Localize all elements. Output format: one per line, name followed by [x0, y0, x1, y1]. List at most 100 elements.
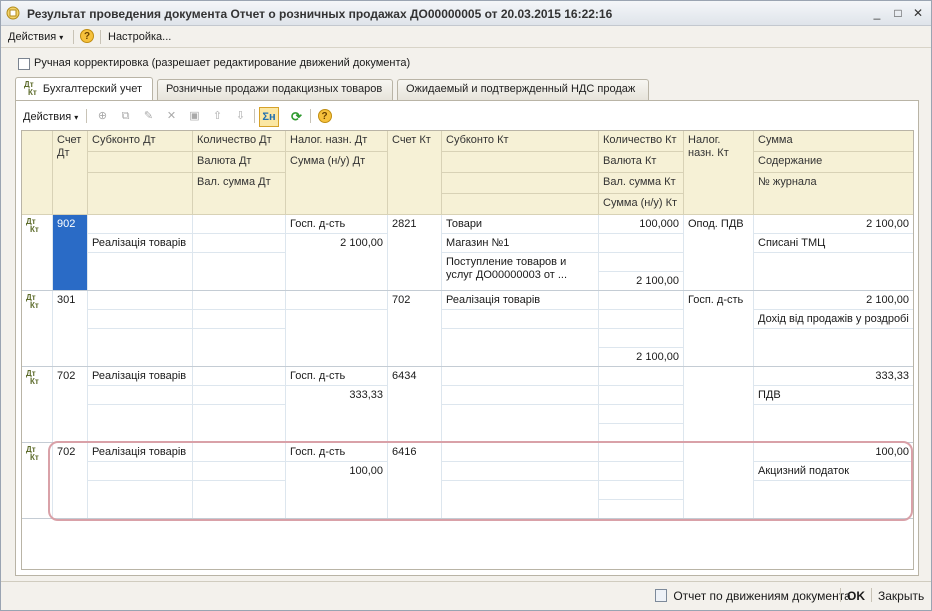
qty-kt-cell[interactable] — [599, 291, 684, 310]
qty-kt-cell[interactable] — [599, 367, 684, 386]
header-qty-dt[interactable]: Количество Дт — [193, 131, 286, 152]
refresh-icon[interactable]: ⟳ — [288, 108, 305, 125]
tax-purpose-dt-cell[interactable] — [286, 291, 388, 310]
qty-kt-cell[interactable]: 100,000 — [599, 215, 684, 234]
account-kt-cell[interactable]: 6434 — [388, 367, 442, 443]
header-qty-kt[interactable]: Количество Кт — [599, 131, 684, 152]
content-cell[interactable]: Списані ТМЦ — [754, 234, 913, 253]
header-currency-kt[interactable]: Валюта Кт — [599, 152, 684, 173]
delete-icon[interactable]: ✕ — [163, 108, 180, 125]
subconto-kt-cell[interactable]: Магазин №1 — [442, 234, 599, 253]
tax-purpose-kt-cell[interactable] — [684, 367, 754, 443]
toolbar-help-button[interactable]: ? — [316, 108, 333, 125]
close-button[interactable]: Закрыть — [878, 589, 924, 603]
content-cell[interactable]: Дохід від продажів у роздробі — [754, 310, 913, 329]
subconto-kt-cell[interactable] — [442, 310, 599, 329]
account-kt-cell[interactable]: 2821 — [388, 215, 442, 291]
account-dt-cell[interactable]: 902 — [53, 215, 88, 291]
settings-menu[interactable]: Настройка... — [108, 29, 171, 45]
qty-dt-cell[interactable] — [193, 215, 286, 234]
cur-sum-kt-cell[interactable] — [599, 253, 684, 272]
header-cur-sum-kt[interactable]: Вал. сумма Кт — [599, 173, 684, 194]
subconto-dt-cell[interactable]: Реалізація товарів — [88, 234, 193, 253]
subconto-dt-cell[interactable] — [88, 310, 193, 329]
subconto-kt-cell[interactable] — [442, 329, 599, 367]
journal-cell[interactable] — [754, 405, 913, 443]
header-sum-nu-kt[interactable]: Сумма (н/у) Кт — [599, 194, 684, 215]
ok-button[interactable]: OK — [847, 589, 865, 603]
subconto-dt-cell[interactable] — [88, 405, 193, 443]
move-down-icon[interactable]: ⇩ — [232, 108, 249, 125]
qty-dt-cell[interactable] — [193, 367, 286, 386]
tax-purpose-kt-cell[interactable]: Опод. ПДВ — [684, 215, 754, 291]
add-icon[interactable]: ⊕ — [94, 108, 111, 125]
sum-nu-kt-cell[interactable]: 2 100,00 — [599, 348, 684, 367]
help-button[interactable]: ? — [80, 28, 94, 44]
header-tax-purpose-kt[interactable]: Налог. назн. Кт — [684, 131, 754, 215]
subconto-dt-cell[interactable] — [88, 253, 193, 291]
edit-icon[interactable]: ✎ — [140, 108, 157, 125]
sum-nu-dt-cell[interactable] — [286, 310, 388, 367]
cur-sum-kt-cell[interactable] — [599, 329, 684, 348]
tab-retail-excise[interactable]: Розничные продажи подакцизных товаров — [157, 79, 393, 100]
header-subconto-dt[interactable]: Субконто Дт — [88, 131, 193, 152]
cur-sum-dt-cell[interactable] — [193, 329, 286, 367]
tax-purpose-dt-cell[interactable]: Госп. д-сть — [286, 215, 388, 234]
currency-kt-cell[interactable] — [599, 310, 684, 329]
header-journal[interactable]: № журнала — [754, 173, 913, 215]
subconto-kt-cell[interactable] — [442, 405, 599, 443]
tab-accounting[interactable]: Дт Кт Бухгалтерский учет — [15, 77, 153, 101]
account-dt-cell[interactable]: 702 — [53, 367, 88, 443]
minimize-button[interactable]: _ — [868, 5, 886, 21]
subconto-dt-cell[interactable] — [88, 291, 193, 310]
maximize-button[interactable]: □ — [889, 5, 907, 21]
sum-nu-kt-cell[interactable]: 2 100,00 — [599, 272, 684, 291]
tax-purpose-kt-cell[interactable]: Госп. д-сть — [684, 291, 754, 367]
finish-edit-icon[interactable]: ▣ — [186, 108, 203, 125]
sum-toggle-icon[interactable]: Σн — [259, 107, 279, 127]
qty-dt-cell[interactable] — [193, 291, 286, 310]
currency-kt-cell[interactable] — [599, 386, 684, 405]
currency-dt-cell[interactable] — [193, 234, 286, 253]
sum-nu-dt-cell[interactable]: 333,33 — [286, 386, 388, 443]
header-sum[interactable]: Сумма — [754, 131, 913, 152]
header-currency-dt[interactable]: Валюта Дт — [193, 152, 286, 173]
subconto-kt-cell[interactable] — [442, 367, 599, 386]
actions-menu[interactable]: Действия ▾ — [8, 29, 63, 45]
cur-sum-dt-cell[interactable] — [193, 405, 286, 443]
close-window-button[interactable]: ✕ — [909, 5, 927, 21]
cur-sum-dt-cell[interactable] — [193, 253, 286, 291]
copy-icon[interactable]: ⧉ — [117, 108, 134, 125]
header-tax-purpose-dt[interactable]: Налог. назн. Дт — [286, 131, 388, 152]
currency-dt-cell[interactable] — [193, 386, 286, 405]
header-account-dt[interactable]: Счет Дт — [53, 131, 88, 215]
toolbar-actions-menu[interactable]: Действия ▾ — [23, 109, 78, 125]
cur-sum-kt-cell[interactable] — [599, 405, 684, 424]
journal-cell[interactable] — [754, 253, 913, 291]
currency-dt-cell[interactable] — [193, 310, 286, 329]
subconto-dt-cell[interactable] — [88, 329, 193, 367]
sum-cell[interactable]: 2 100,00 — [754, 215, 913, 234]
subconto-kt-cell[interactable]: Реалізація товарів — [442, 291, 599, 310]
header-cur-sum-dt[interactable]: Вал. сумма Дт — [193, 173, 286, 215]
checkbox-icon[interactable] — [18, 58, 30, 70]
subconto-dt-cell[interactable]: Реалізація товарів — [88, 367, 193, 386]
account-dt-cell[interactable]: 301 — [53, 291, 88, 367]
subconto-kt-cell[interactable]: Поступление товаров и услуг ДО00000003 о… — [442, 253, 599, 291]
sum-nu-dt-cell[interactable]: 2 100,00 — [286, 234, 388, 291]
content-cell[interactable]: ПДВ — [754, 386, 913, 405]
move-up-icon[interactable]: ⇧ — [209, 108, 226, 125]
movements-report-button[interactable]: Отчет по движениям документа — [655, 589, 851, 603]
header-subconto-kt[interactable]: Субконто Кт — [442, 131, 599, 152]
sum-cell[interactable]: 2 100,00 — [754, 291, 913, 310]
subconto-kt-cell[interactable]: Товари — [442, 215, 599, 234]
tab-vat-sales[interactable]: Ожидаемый и подтвержденный НДС продаж — [397, 79, 649, 100]
subconto-kt-cell[interactable] — [442, 386, 599, 405]
subconto-dt-cell[interactable] — [88, 215, 193, 234]
header-sum-nu-dt[interactable]: Сумма (н/у) Дт — [286, 152, 388, 215]
header-content[interactable]: Содержание — [754, 152, 913, 173]
sum-cell[interactable]: 333,33 — [754, 367, 913, 386]
currency-kt-cell[interactable] — [599, 234, 684, 253]
header-account-kt[interactable]: Счет Кт — [388, 131, 442, 215]
subconto-dt-cell[interactable] — [88, 386, 193, 405]
